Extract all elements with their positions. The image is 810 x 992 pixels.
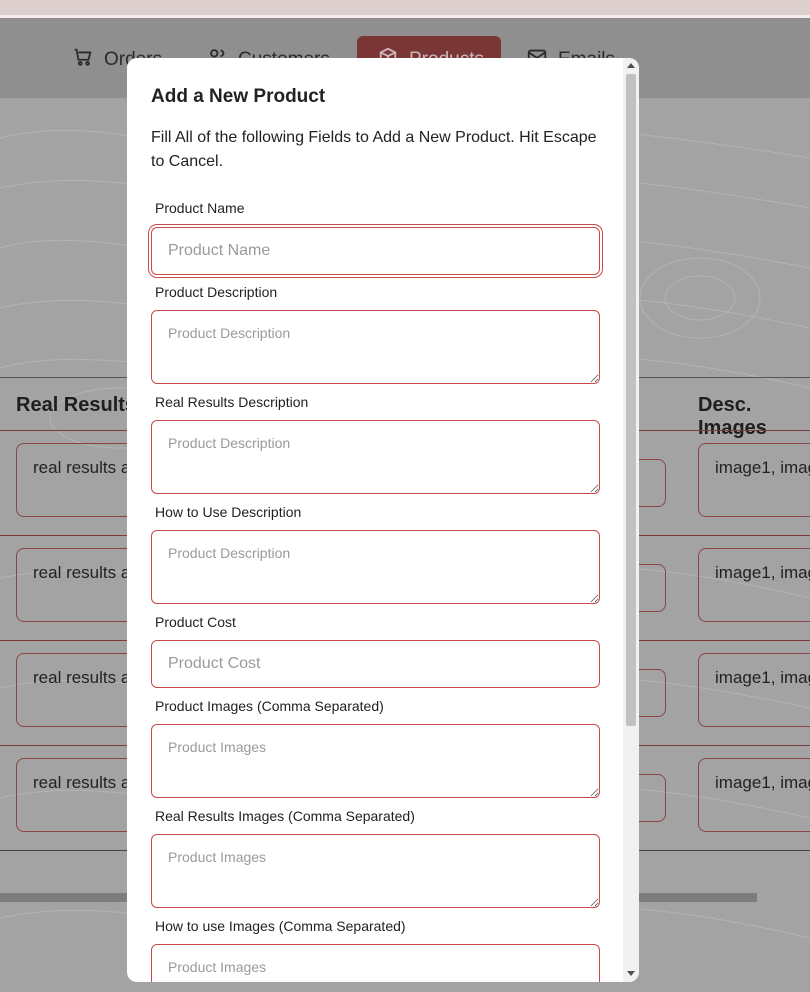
- desc-images-cell[interactable]: image1, imag: [698, 443, 810, 517]
- modal-title: Add a New Product: [151, 86, 326, 107]
- scroll-up-arrow-icon[interactable]: [627, 63, 635, 68]
- add-product-modal: Add a New Product Fill All of the follow…: [127, 58, 639, 982]
- product-cost-input[interactable]: [151, 640, 600, 688]
- modal-vertical-scrollbar[interactable]: [623, 58, 639, 982]
- product-description-label: Product Description: [155, 284, 278, 300]
- column-header-desc-images: Desc. Images: [698, 394, 767, 439]
- real-results-description-textarea[interactable]: [151, 420, 600, 494]
- desc-images-cell[interactable]: image1, imag: [698, 548, 810, 622]
- scrollbar-thumb[interactable]: [626, 74, 636, 726]
- column-header-real-results: Real Results: [16, 394, 137, 416]
- scroll-down-arrow-icon[interactable]: [627, 971, 635, 976]
- product-images-label: Product Images (Comma Separated): [155, 698, 384, 714]
- real-results-images-textarea[interactable]: [151, 834, 600, 908]
- desc-images-cell[interactable]: image1, imag: [698, 758, 810, 832]
- product-name-label: Product Name: [155, 200, 245, 216]
- table-cell-fragment[interactable]: [636, 564, 666, 612]
- desc-images-cell[interactable]: image1, imag: [698, 653, 810, 727]
- how-to-use-images-textarea[interactable]: [151, 944, 600, 982]
- product-cost-label: Product Cost: [155, 614, 236, 630]
- cart-icon: [72, 46, 94, 74]
- real-results-images-label: Real Results Images (Comma Separated): [155, 808, 415, 824]
- product-images-textarea[interactable]: [151, 724, 600, 798]
- how-to-use-description-label: How to Use Description: [155, 504, 302, 520]
- product-description-textarea[interactable]: [151, 310, 600, 384]
- product-name-input[interactable]: [151, 227, 600, 275]
- real-results-description-label: Real Results Description: [155, 394, 309, 410]
- how-to-use-images-label: How to use Images (Comma Separated): [155, 918, 406, 934]
- table-cell-fragment[interactable]: [636, 669, 666, 717]
- top-strip: [0, 0, 810, 18]
- modal-description: Fill All of the following Fields to Add …: [151, 129, 597, 170]
- table-cell-fragment[interactable]: [636, 774, 666, 822]
- modal-body: Add a New Product Fill All of the follow…: [127, 58, 623, 982]
- table-cell-fragment[interactable]: [636, 459, 666, 507]
- how-to-use-description-textarea[interactable]: [151, 530, 600, 604]
